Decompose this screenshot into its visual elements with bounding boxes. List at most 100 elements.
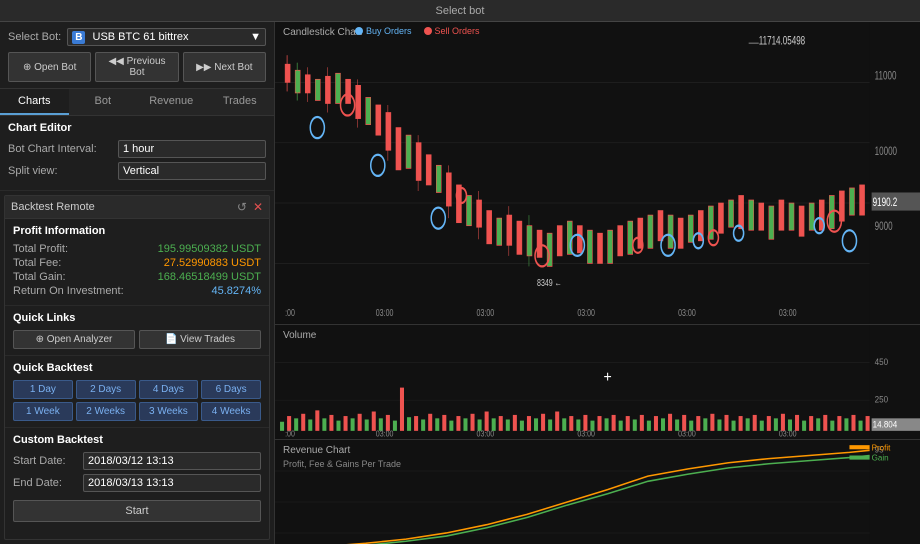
quick-backtest-title: Quick Backtest: [13, 362, 261, 374]
start-date-input[interactable]: [83, 452, 261, 470]
svg-text::00: :00: [285, 429, 295, 439]
split-label: Split view:: [8, 165, 118, 177]
bot-dropdown[interactable]: B USB BTC 61 bittrex ▼: [67, 28, 266, 46]
svg-text:03:00: 03:00: [577, 429, 595, 439]
close-icon[interactable]: ✕: [253, 200, 263, 214]
bt-2weeks[interactable]: 2 Weeks: [76, 402, 136, 421]
tab-bot[interactable]: Bot: [69, 89, 138, 115]
svg-text:9000: 9000: [875, 221, 893, 234]
volume-label-overlay: Volume: [283, 329, 316, 341]
candlestick-label: Candlestick Chart: [283, 26, 362, 38]
profit-key-0: Total Profit:: [13, 243, 68, 255]
split-row: Split view: Vertical Horizontal: [8, 162, 266, 180]
sell-dot: [424, 27, 432, 35]
interval-select[interactable]: 1 hour 30 minutes 4 hours 1 day: [118, 140, 266, 158]
volume-svg: 450 250 14.804 + :00 03:00 03:00 03:00 0…: [275, 325, 920, 439]
topbar-label: Select bot: [436, 5, 485, 17]
tab-charts[interactable]: Charts: [0, 89, 69, 115]
svg-text:+: +: [603, 368, 611, 386]
profit-row-0: Total Profit: 195.99509382 USDT: [13, 243, 261, 255]
revenue-title: Revenue Chart: [283, 445, 350, 456]
svg-text:03:00: 03:00: [477, 307, 495, 319]
tab-revenue[interactable]: Revenue: [137, 89, 206, 115]
start-backtest-button[interactable]: Start: [13, 500, 261, 522]
svg-text:250: 250: [875, 394, 889, 405]
refresh-icon[interactable]: ↺: [237, 200, 247, 214]
svg-text:03:00: 03:00: [779, 429, 797, 439]
backtest-header: Backtest Remote ↺ ✕: [5, 196, 269, 219]
tabs-row: Charts Bot Revenue Trades: [0, 89, 274, 116]
buy-dot: [355, 27, 363, 35]
candlestick-svg: 11714.05498: [275, 22, 920, 324]
legend-buy: Buy Orders: [355, 26, 412, 36]
main-layout: Select Bot: B USB BTC 61 bittrex ▼ ⊕ Ope…: [0, 22, 920, 544]
svg-text:03:00: 03:00: [678, 429, 696, 439]
chart-editor-title: Chart Editor: [8, 122, 266, 134]
backtest-title: Backtest Remote: [11, 201, 95, 213]
svg-text:450: 450: [875, 356, 889, 367]
quick-backtest: Quick Backtest 1 Day 2 Days 4 Days 6 Day…: [5, 356, 269, 428]
open-bot-button[interactable]: ⊕ Open Bot: [8, 52, 91, 82]
select-bot-label: Select Bot:: [8, 31, 61, 43]
candlestick-title: Candlestick Chart: [283, 27, 362, 38]
view-trades-button[interactable]: 📄 View Trades: [139, 330, 261, 349]
profit-key-3: Return On Investment:: [13, 285, 124, 297]
bt-1week[interactable]: 1 Week: [13, 402, 73, 421]
bt-3weeks[interactable]: 3 Weeks: [139, 402, 199, 421]
profit-row-2: Total Gain: 168.46518499 USDT: [13, 271, 261, 283]
bot-value: USB BTC 61 bittrex: [93, 31, 189, 43]
right-panel: 11714.05498: [275, 22, 920, 544]
bt-4weeks[interactable]: 4 Weeks: [201, 402, 261, 421]
svg-text:03:00: 03:00: [376, 429, 394, 439]
end-date-row: End Date:: [13, 474, 261, 492]
action-buttons: ⊕ Open Bot ◀◀ Previous Bot ▶▶ Next Bot: [8, 52, 266, 82]
revenue-label-overlay: Revenue Chart: [283, 444, 350, 456]
bot-select-row: Select Bot: B USB BTC 61 bittrex ▼: [8, 28, 266, 46]
candlestick-chart: 11714.05498: [275, 22, 920, 325]
quick-links-title: Quick Links: [13, 312, 261, 324]
bt-6days[interactable]: 6 Days: [201, 380, 261, 399]
volume-title: Volume: [283, 330, 316, 341]
profit-val-3: 45.8274%: [211, 285, 261, 297]
backtest-header-icons: ↺ ✕: [237, 200, 263, 214]
start-date-row: Start Date:: [13, 452, 261, 470]
bot-icon: B: [72, 31, 85, 44]
select-bot-topbar: Select bot: [0, 0, 920, 22]
profit-info-title: Profit Information: [13, 225, 261, 237]
svg-text:14.804: 14.804: [873, 419, 898, 430]
legend-sell-label: Sell Orders: [435, 26, 480, 36]
profit-key-2: Total Gain:: [13, 271, 66, 283]
svg-text:11714.05498: 11714.05498: [759, 35, 806, 48]
next-bot-button[interactable]: ▶▶ Next Bot: [183, 52, 266, 82]
svg-text:03:00: 03:00: [779, 307, 797, 319]
profit-key-1: Total Fee:: [13, 257, 61, 269]
split-select[interactable]: Vertical Horizontal: [118, 162, 266, 180]
tab-trades[interactable]: Trades: [206, 89, 275, 115]
custom-backtest-title: Custom Backtest: [13, 434, 261, 446]
custom-backtest: Custom Backtest Start Date: End Date: St…: [5, 428, 269, 528]
bt-4days[interactable]: 4 Days: [139, 380, 199, 399]
interval-label: Bot Chart Interval:: [8, 143, 118, 155]
svg-text:10000: 10000: [875, 145, 898, 158]
bt-1day[interactable]: 1 Day: [13, 380, 73, 399]
bt-2days[interactable]: 2 Days: [76, 380, 136, 399]
select-bot-section: Select Bot: B USB BTC 61 bittrex ▼ ⊕ Ope…: [0, 22, 274, 89]
volume-chart: 450 250 14.804 + :00 03:00 03:00 03:00 0…: [275, 325, 920, 440]
chart-editor-section: Chart Editor Bot Chart Interval: 1 hour …: [0, 116, 274, 191]
revenue-svg: 95 -1.738 Profit Gain Fee 2018 01:5 2018…: [275, 440, 920, 544]
backtest-grid: 1 Day 2 Days 4 Days 6 Days 1 Week 2 Week…: [13, 380, 261, 421]
left-panel: Select Bot: B USB BTC 61 bittrex ▼ ⊕ Ope…: [0, 22, 275, 544]
dropdown-arrow: ▼: [250, 31, 261, 43]
backtest-panel: Backtest Remote ↺ ✕ Profit Information T…: [4, 195, 270, 540]
chart-legend: Buy Orders Sell Orders: [355, 26, 480, 36]
profit-row-3: Return On Investment: 45.8274%: [13, 285, 261, 297]
profit-row-1: Total Fee: 27.52990883 USDT: [13, 257, 261, 269]
svg-text:03:00: 03:00: [678, 307, 696, 319]
quick-links-buttons: ⊕ Open Analyzer 📄 View Trades: [13, 330, 261, 349]
svg-text:8349 ←: 8349 ←: [537, 277, 562, 289]
open-analyzer-button[interactable]: ⊕ Open Analyzer: [13, 330, 135, 349]
profit-info: Profit Information Total Profit: 195.995…: [5, 219, 269, 306]
end-date-input[interactable]: [83, 474, 261, 492]
svg-text:Profit: Profit: [872, 443, 892, 452]
prev-bot-button[interactable]: ◀◀ Previous Bot: [95, 52, 178, 82]
